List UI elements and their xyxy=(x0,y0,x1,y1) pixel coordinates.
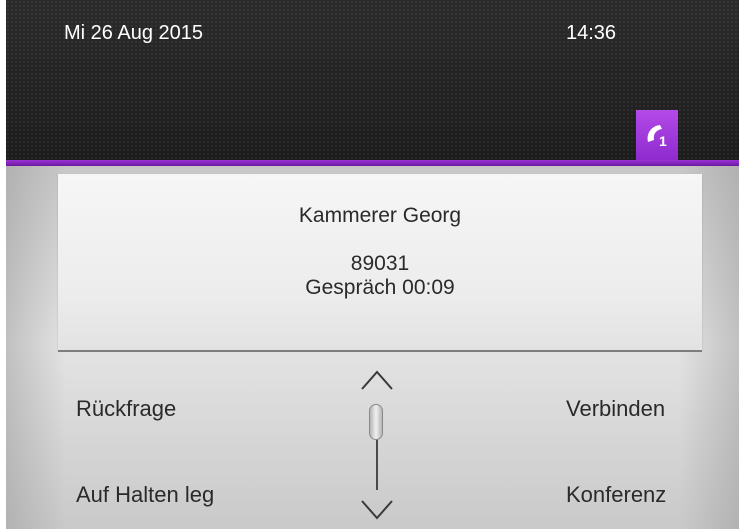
call-duration-status: Gespräch 00:09 xyxy=(305,276,455,299)
card-divider xyxy=(58,350,702,352)
svg-text:1: 1 xyxy=(659,133,667,149)
conference-button[interactable]: Konferenz xyxy=(566,482,666,508)
accent-divider xyxy=(6,160,739,166)
consult-button[interactable]: Rückfrage xyxy=(76,396,176,422)
date-label: Mi 26 Aug 2015 xyxy=(64,22,203,44)
time-label: 14:36 xyxy=(566,22,617,44)
phone-display: Mi 26 Aug 2015 14:36 1 Kammerer Georg 89… xyxy=(6,0,739,529)
call-info-card: Kammerer Georg 89031 Gespräch 00:09 xyxy=(58,174,702,350)
caller-name: Kammerer Georg xyxy=(298,204,462,227)
scroll-thumb[interactable] xyxy=(369,404,383,440)
caller-number: 89031 xyxy=(350,252,410,275)
handset-one-icon: 1 xyxy=(647,125,667,149)
status-bar: Mi 26 Aug 2015 14:36 xyxy=(6,0,739,160)
transfer-button[interactable]: Verbinden xyxy=(566,396,665,422)
chevron-up-icon[interactable] xyxy=(359,368,395,392)
hold-button[interactable]: Auf Halten leg xyxy=(76,482,214,508)
active-call-tab[interactable]: 1 xyxy=(636,110,678,160)
chevron-down-icon[interactable] xyxy=(359,498,395,522)
